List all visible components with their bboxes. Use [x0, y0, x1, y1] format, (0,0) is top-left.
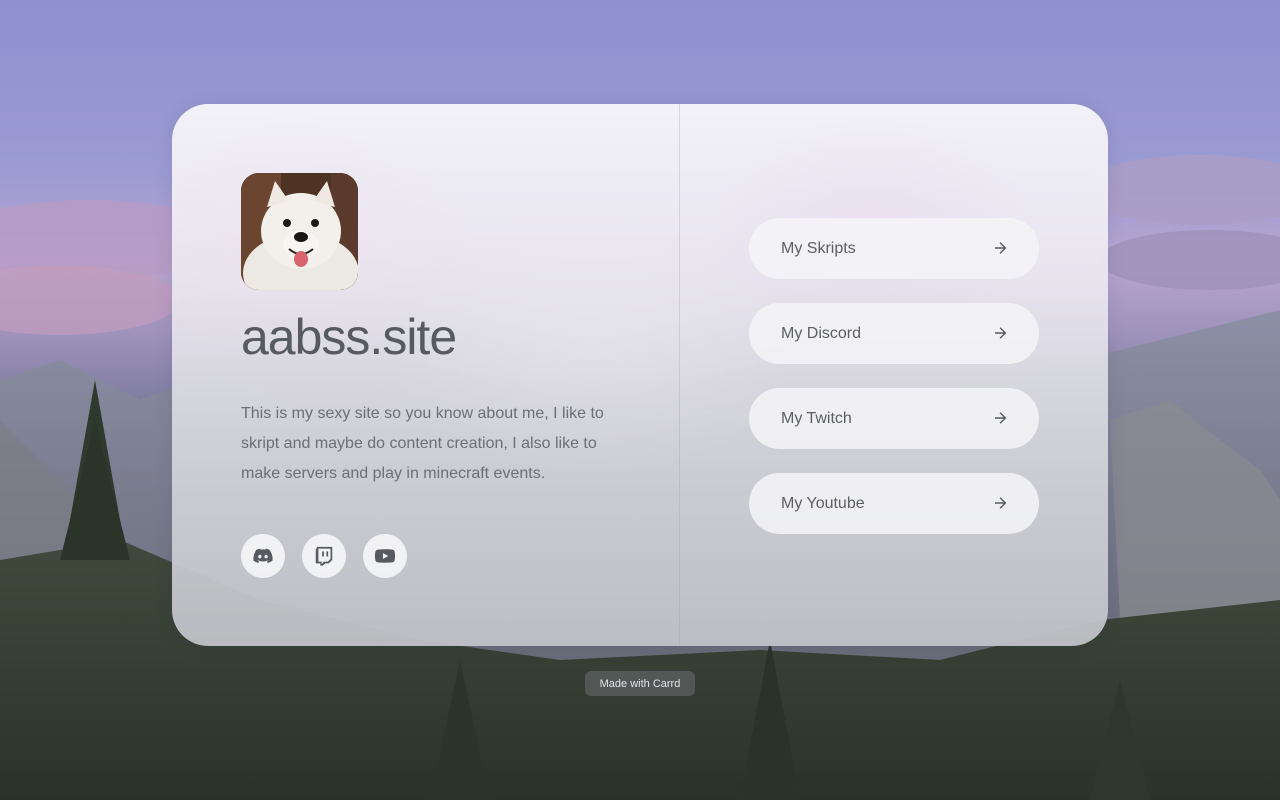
- arrow-right-icon: [993, 240, 1009, 256]
- twitch-icon: [315, 546, 333, 566]
- discord-icon: [253, 548, 273, 563]
- avatar: [241, 173, 358, 290]
- youtube-icon: [374, 549, 396, 563]
- link-my-discord[interactable]: My Discord: [749, 303, 1039, 364]
- link-label: My Discord: [781, 324, 862, 342]
- link-label: My Youtube: [781, 494, 865, 512]
- card-divider: [679, 104, 680, 646]
- discord-button[interactable]: [241, 534, 285, 578]
- link-label: My Twitch: [781, 409, 852, 427]
- profile-card: aabss.site This is my sexy site so you k…: [172, 104, 1108, 646]
- arrow-right-icon: [993, 325, 1009, 341]
- youtube-button[interactable]: [363, 534, 407, 578]
- arrow-right-icon: [993, 410, 1009, 426]
- link-my-youtube[interactable]: My Youtube: [749, 473, 1039, 534]
- twitch-button[interactable]: [302, 534, 346, 578]
- samoyed-dog-avatar-icon: [241, 173, 358, 290]
- link-label: My Skripts: [781, 239, 856, 257]
- link-my-twitch[interactable]: My Twitch: [749, 388, 1039, 449]
- arrow-right-icon: [993, 495, 1009, 511]
- page-title: aabss.site: [241, 309, 457, 365]
- bio-text: This is my sexy site so you know about m…: [241, 405, 604, 482]
- social-links: [241, 534, 407, 578]
- link-list: My Skripts My Discord My Twitch My Youtu…: [749, 218, 1039, 558]
- link-my-skripts[interactable]: My Skripts: [749, 218, 1039, 279]
- made-with-carrd-badge[interactable]: Made with Carrd: [585, 671, 695, 696]
